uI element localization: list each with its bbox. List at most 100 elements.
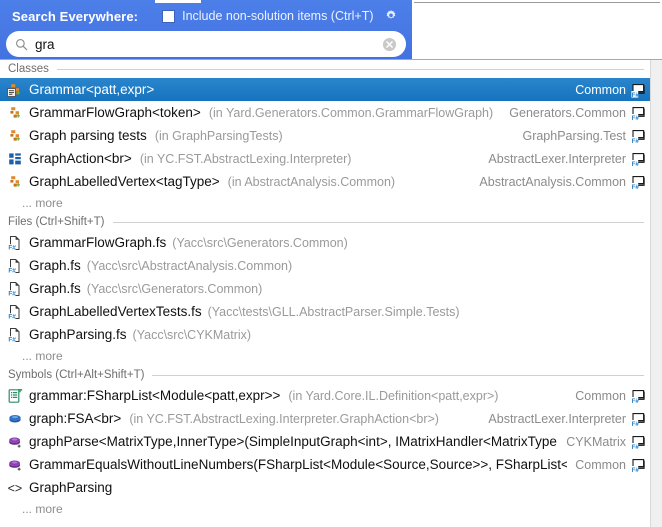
result-row-main: GraphLabelledVertexTests.fs(Yacc\tests\G… — [29, 304, 650, 319]
result-row[interactable]: F# GraphLabelledVertexTests.fs(Yacc\tests… — [0, 300, 650, 323]
result-row-right: GraphParsing.TestF# — [522, 128, 650, 144]
svg-text:F#: F# — [632, 114, 640, 120]
header-right-divider — [414, 2, 660, 3]
fsharp-project-icon: F# — [631, 434, 647, 450]
result-row-path: (Yacc\src\CYKMatrix) — [133, 328, 252, 342]
include-non-solution-checkbox[interactable] — [162, 10, 175, 23]
more-label: ... more — [22, 349, 63, 363]
result-row-path: (Yacc\src\Generators.Common) — [172, 236, 348, 250]
search-field[interactable]: gra — [6, 31, 406, 57]
more-row-symbols[interactable]: ... more — [0, 499, 650, 519]
result-row-main: Grammar<patt,expr> — [29, 82, 567, 97]
section-rule — [57, 69, 644, 70]
result-row-project: Common — [575, 389, 626, 403]
fsharp-project-icon: F# — [631, 82, 647, 98]
result-row-name: graph:FSA<br> — [29, 411, 121, 426]
method-icon — [7, 434, 23, 450]
result-row-name: Graph.fs — [29, 281, 81, 296]
result-row-main: GraphParsing.fs (Yacc\src\CYKMatrix) — [29, 327, 650, 342]
class-icon — [7, 105, 23, 121]
result-row-main: Graph parsing tests (in GraphParsingTests… — [29, 128, 514, 143]
result-row-right: Common F# — [575, 457, 650, 473]
svg-text:F#: F# — [632, 137, 640, 143]
class-icon — [7, 174, 23, 190]
fsharp-file-icon: F# — [7, 235, 23, 251]
result-row-context: (in YC.FST.AbstractLexing.Interpreter) — [140, 152, 352, 166]
result-row-right: AbstractAnalysis.CommonF# — [479, 174, 650, 190]
result-row-name: graphParse<MatrixType,InnerType>(SimpleI… — [29, 434, 558, 449]
results-scrollbar[interactable] — [650, 60, 662, 527]
result-row-main: graphParse<MatrixType,InnerType>(SimpleI… — [29, 434, 558, 449]
result-row[interactable]: F#Graph.fs(Yacc\src\AbstractAnalysis.Com… — [0, 254, 650, 277]
result-row-context: (in Yard.Core.IL.Definition<patt,expr>) — [288, 389, 498, 403]
result-row-project: AbstractLexer.Interpreter — [488, 412, 626, 426]
result-row-name: Graph.fs — [29, 258, 81, 273]
result-row-right: CYKMatrixF# — [566, 434, 650, 450]
result-row-right: AbstractLexer.Interpreter F# — [488, 411, 650, 427]
page-title: Search Everywhere: — [12, 9, 138, 24]
include-non-solution-toggle[interactable]: Include non-solution items (Ctrl+T) — [162, 9, 373, 23]
result-row-main: GrammarFlowGraph.fs(Yacc\src\Generators.… — [29, 235, 650, 250]
fsharp-project-icon: F# — [631, 411, 647, 427]
more-label: ... more — [22, 196, 63, 210]
result-row-main: Graph.fs (Yacc\src\AbstractAnalysis.Commo… — [29, 258, 650, 273]
result-row[interactable]: GraphAction<br> (in YC.FST.AbstractLexing… — [0, 147, 650, 170]
result-row[interactable]: graphParse<MatrixType,InnerType>(SimpleI… — [0, 430, 650, 453]
result-row-selected[interactable]: Grammar<patt,expr> Common F# — [0, 78, 650, 101]
section-label: Classes — [8, 63, 49, 75]
fsharp-file-icon: F# — [7, 304, 23, 320]
result-row-path: (Yacc\src\Generators.Common) — [87, 282, 263, 296]
more-row-classes[interactable]: ... more — [0, 193, 650, 213]
result-row[interactable]: F# GrammarFlowGraph.fs(Yacc\src\Generator… — [0, 231, 650, 254]
result-row[interactable]: <>GraphParsing — [0, 476, 650, 499]
popup-header: Search Everywhere: Include non-solution … — [0, 0, 412, 60]
result-row-name: GrammarEqualsWithoutLineNumbers(FSharpLi… — [29, 457, 567, 472]
header-notch — [155, 0, 201, 3]
result-row[interactable]: GrammarEqualsWithoutLineNumbers(FSharpLi… — [0, 453, 650, 476]
result-row-name: GraphParsing.fs — [29, 327, 127, 342]
result-row[interactable]: Graph parsing tests (in GraphParsingTests… — [0, 124, 650, 147]
section-label: Files (Ctrl+Shift+T) — [8, 216, 105, 228]
result-row[interactable]: graph:FSA<br> (in YC.FST.AbstractLexing.I… — [0, 407, 650, 430]
result-row-name: Graph parsing tests — [29, 128, 147, 143]
result-row-main: GraphParsing — [29, 480, 650, 495]
search-input[interactable]: gra — [35, 37, 382, 52]
result-row[interactable]: grammar:FSharpList<Module<patt,expr>> (in… — [0, 384, 650, 407]
result-row-context: (in AbstractAnalysis.Common) — [228, 175, 395, 189]
svg-text:F#: F# — [8, 313, 16, 319]
search-everywhere-popup: Search Everywhere: Include non-solution … — [0, 0, 662, 527]
result-row-path: (Yacc\src\AbstractAnalysis.Common) — [87, 259, 292, 273]
section-header-files: Files (Ctrl+Shift+T) — [0, 213, 650, 231]
result-row-name: GraphAction<br> — [29, 151, 132, 166]
result-row[interactable]: GrammarFlowGraph<token>(in Yard.Generato… — [0, 101, 650, 124]
results-list[interactable]: ClassesGrammar<patt,expr>CommonF#Grammar… — [0, 60, 650, 527]
result-row-project: Common — [575, 458, 626, 472]
clear-icon[interactable] — [382, 37, 397, 52]
section-rule — [113, 222, 645, 223]
result-row[interactable]: F# GraphParsing.fs (Yacc\src\CYKMatrix) — [0, 323, 650, 346]
svg-text:F#: F# — [632, 91, 640, 97]
gear-icon[interactable] — [384, 9, 398, 23]
search-icon — [15, 38, 28, 51]
result-row-name: grammar:FSharpList<Module<patt,expr>> — [29, 388, 280, 403]
result-row-project: Common — [575, 83, 626, 97]
result-row[interactable]: F# Graph.fs (Yacc\src\Generators.Common) — [0, 277, 650, 300]
class-icon — [7, 128, 23, 144]
more-row-files[interactable]: ... more — [0, 346, 650, 366]
result-row-right: AbstractLexer.InterpreterF# — [488, 151, 650, 167]
result-row-main: Graph.fs (Yacc\src\Generators.Common) — [29, 281, 650, 296]
result-row-name: Grammar<patt,expr> — [29, 82, 154, 97]
result-row-name: GrammarFlowGraph<token> — [29, 105, 201, 120]
fsharp-project-icon: F# — [631, 128, 647, 144]
result-row-context: (in GraphParsingTests) — [155, 129, 283, 143]
svg-text:F#: F# — [632, 466, 640, 472]
result-row-right: CommonF# — [575, 388, 650, 404]
result-row-main: GrammarFlowGraph<token>(in Yard.Generato… — [29, 105, 501, 120]
result-row-main: GraphAction<br> (in YC.FST.AbstractLexing… — [29, 151, 480, 166]
svg-text:F#: F# — [8, 244, 16, 250]
svg-text:F#: F# — [8, 290, 16, 296]
result-row[interactable]: GraphLabelledVertex<tagType>(in Abstract… — [0, 170, 650, 193]
class-icon-overlay — [7, 82, 23, 98]
result-row-context: (in YC.FST.AbstractLexing.Interpreter.Gr… — [129, 412, 439, 426]
svg-text:F#: F# — [8, 336, 16, 342]
